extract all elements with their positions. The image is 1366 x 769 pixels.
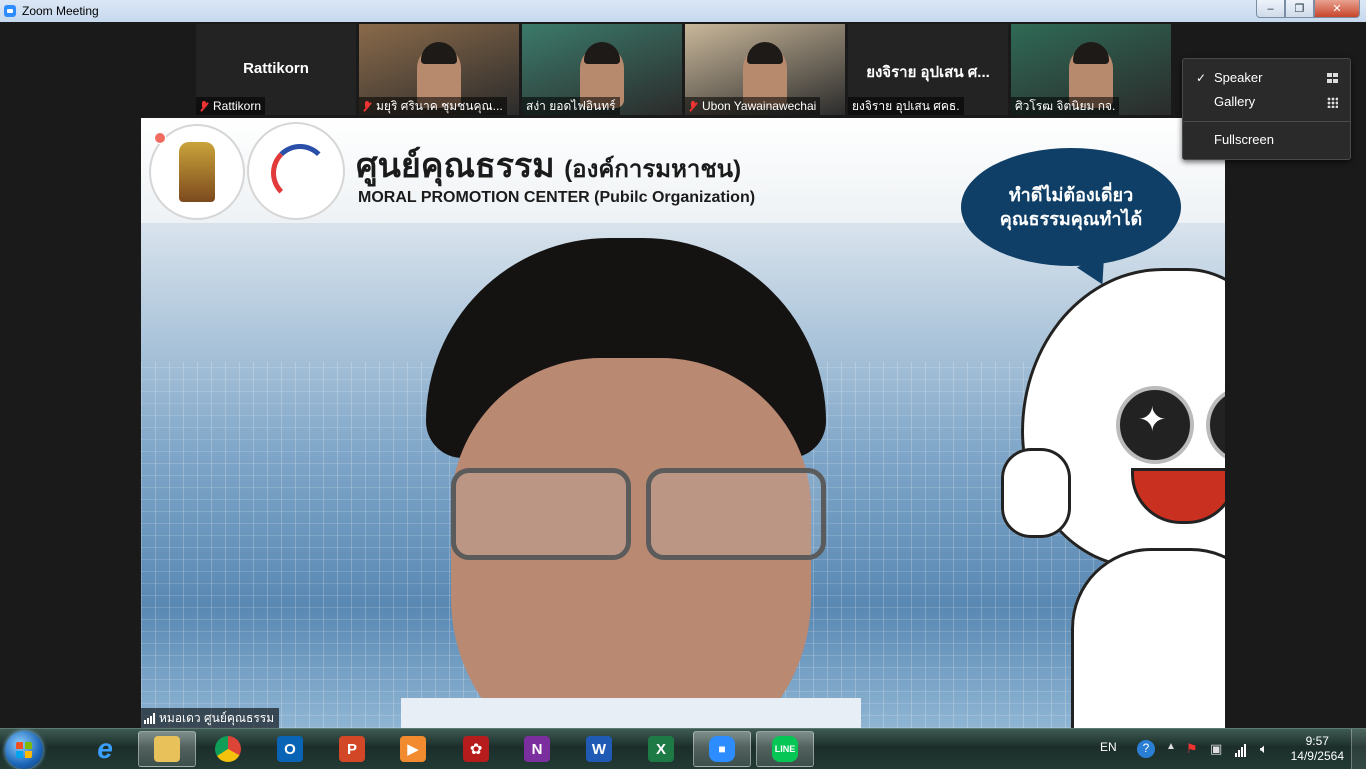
excel-icon: X [648, 736, 674, 762]
clock-time: 9:57 [1305, 734, 1329, 748]
action-center-flag-icon[interactable]: ⚑ [1186, 741, 1202, 757]
taskbar-app-onenote[interactable]: N [508, 731, 566, 767]
check-icon: ✓ [1196, 71, 1207, 85]
internet-explorer-icon: e [97, 733, 113, 764]
taskbar-app-excel[interactable]: X [632, 731, 690, 767]
taskbar-app-word[interactable]: W [570, 731, 628, 767]
network-icon[interactable] [1235, 741, 1251, 757]
language-indicator[interactable]: EN [1100, 740, 1117, 754]
participant-strip: Rattikorn Rattikorn มยุริ ศรินาค ชุมชนคุณ.… [196, 24, 1171, 116]
participant-name: สง่า ยอดไฟอินทร์ [526, 99, 616, 113]
taskbar-app-file-explorer[interactable] [138, 731, 196, 767]
show-desktop-button[interactable] [1351, 729, 1366, 769]
bubble-line-2: คุณธรรมคุณทำได้ [999, 209, 1143, 229]
gallery-view-icon [1327, 97, 1338, 108]
zoom-icon: ■ [709, 736, 735, 762]
menu-item-speaker[interactable]: ✓ Speaker [1183, 66, 1350, 90]
window-title: Zoom Meeting [22, 4, 99, 18]
taskbar-app-chrome[interactable] [199, 731, 257, 767]
participant-name: Rattikorn [213, 99, 262, 113]
moral-center-logo [249, 124, 343, 218]
help-icon[interactable]: ? [1137, 740, 1155, 758]
menu-item-gallery-label: Gallery [1214, 94, 1256, 109]
menu-item-gallery[interactable]: Gallery [1183, 90, 1350, 114]
participant-tile[interactable]: Rattikorn Rattikorn [196, 24, 356, 115]
participant-display-name: Rattikorn [243, 60, 309, 77]
word-icon: W [586, 736, 612, 762]
minimize-button[interactable]: – [1256, 0, 1285, 18]
outlook-icon: O [277, 736, 303, 762]
taskbar-app-game-app[interactable]: ✿ [447, 731, 505, 767]
org-name-thai: ศูนย์คุณธรรม (องค์การมหาชน) [356, 138, 741, 192]
org-type-thai-text: (องค์การมหาชน) [564, 156, 742, 183]
participant-name-label: ศิวโรฒ จิตนิยม กจ. [1011, 97, 1120, 115]
view-menu: ✓ Speaker Gallery Fullscreen [1182, 58, 1351, 160]
participant-name-label: มยุริ ศรินาค ชุมชนคุณ... [359, 97, 507, 115]
participant-tile[interactable]: ศิวโรฒ จิตนิยม กจ. [1011, 24, 1171, 115]
speaker-name-label: หมอเดว ศูนย์คุณธรรม [141, 708, 280, 728]
participant-name: มยุริ ศรินาค ชุมชนคุณ... [376, 99, 503, 113]
mascot-character [1001, 268, 1225, 728]
taskbar-app-line[interactable]: LINE [756, 731, 814, 767]
powerpoint-icon: P [339, 736, 365, 762]
volume-icon[interactable]: 🔈︎ [1260, 741, 1276, 757]
org-name-english: MORAL PROMOTION CENTER (Pubilc Organizat… [358, 189, 755, 207]
taskbar-app-powerpoint[interactable]: P [323, 731, 381, 767]
start-button[interactable] [5, 731, 43, 769]
org-name-thai-text: ศูนย์คุณธรรม [356, 147, 555, 185]
game-app-icon: ✿ [463, 736, 489, 762]
participant-name: Ubon Yawainawechai [702, 99, 817, 113]
taskbar-app-zoom[interactable]: ■ [693, 731, 751, 767]
menu-item-fullscreen[interactable]: Fullscreen [1183, 128, 1350, 152]
mic-muted-icon [689, 100, 697, 112]
signal-strength-icon [144, 712, 155, 724]
menu-divider [1183, 121, 1350, 122]
taskbar-app-outlook[interactable]: O [261, 731, 319, 767]
speech-bubble: ทำดีไม่ต้องเดี่ยว คุณธรรมคุณทำได้ [961, 148, 1181, 266]
taskbar-app-internet-explorer[interactable]: e [76, 731, 134, 767]
org-type-en-text: (Pubilc Organization) [594, 189, 756, 206]
mic-muted-icon [200, 100, 208, 112]
taskbar-app-media-player[interactable]: ▶ [384, 731, 442, 767]
speaker-video[interactable]: ศูนย์คุณธรรม (องค์การมหาชน) MORAL PROMOT… [141, 118, 1225, 728]
participant-name-label: สง่า ยอดไฟอินทร์ [522, 97, 620, 115]
participant-name: ศิวโรฒ จิตนิยม กจ. [1015, 99, 1116, 113]
title-bar: Zoom Meeting – ❐ ✕ [0, 0, 1366, 22]
participant-tile[interactable]: สง่า ยอดไฟอินทร์ [522, 24, 682, 115]
recording-indicator-icon [154, 132, 166, 144]
participant-name-label: Ubon Yawainawechai [685, 97, 821, 115]
participant-tile[interactable]: มยุริ ศรินาค ชุมชนคุณ... [359, 24, 519, 115]
media-player-icon: ▶ [400, 736, 426, 762]
org-name-en-text: MORAL PROMOTION CENTER [358, 189, 590, 206]
participant-name-label: Rattikorn [196, 97, 266, 115]
window-controls: – ❐ ✕ [1256, 0, 1360, 18]
show-hidden-icons-icon[interactable]: ▲ [1166, 741, 1182, 757]
speaker-name: หมอเดว ศูนย์คุณธรรม [159, 711, 275, 725]
participant-tile[interactable]: ยงจิราย อุปเสน ศ... ยงจิราย อุปเสน ศคธ. [848, 24, 1008, 115]
windows-taskbar: e O P ▶ ✿ N W X ■ LINE EN ? ▲ ⚑ ▣ 🔈︎ 9:57 14/9/25… [0, 728, 1366, 769]
line-icon: LINE [772, 736, 798, 762]
device-icon[interactable]: ▣ [1210, 741, 1226, 757]
speaker-view-icon [1327, 73, 1338, 83]
clock[interactable]: 9:57 14/9/2564 [1291, 734, 1344, 764]
file-explorer-icon [154, 736, 180, 762]
onenote-icon: N [524, 736, 550, 762]
chrome-icon [215, 736, 241, 762]
restore-button[interactable]: ❐ [1285, 0, 1314, 18]
close-button[interactable]: ✕ [1314, 0, 1360, 18]
participant-name-label: ยงจิราย อุปเสน ศคธ. [848, 97, 964, 115]
speaker-person [401, 238, 861, 728]
menu-item-speaker-label: Speaker [1214, 70, 1263, 85]
clock-date: 14/9/2564 [1290, 749, 1344, 763]
mic-muted-icon [363, 100, 371, 112]
participant-display-name: ยงจิราย อุปเสน ศ... [866, 64, 990, 81]
menu-item-fullscreen-label: Fullscreen [1214, 132, 1274, 147]
participant-tile[interactable]: Ubon Yawainawechai [685, 24, 845, 115]
zoom-app-icon [4, 5, 16, 17]
bubble-line-1: ทำดีไม่ต้องเดี่ยว [1008, 185, 1134, 205]
participant-name: ยงจิราย อุปเสน ศคธ. [852, 99, 960, 113]
